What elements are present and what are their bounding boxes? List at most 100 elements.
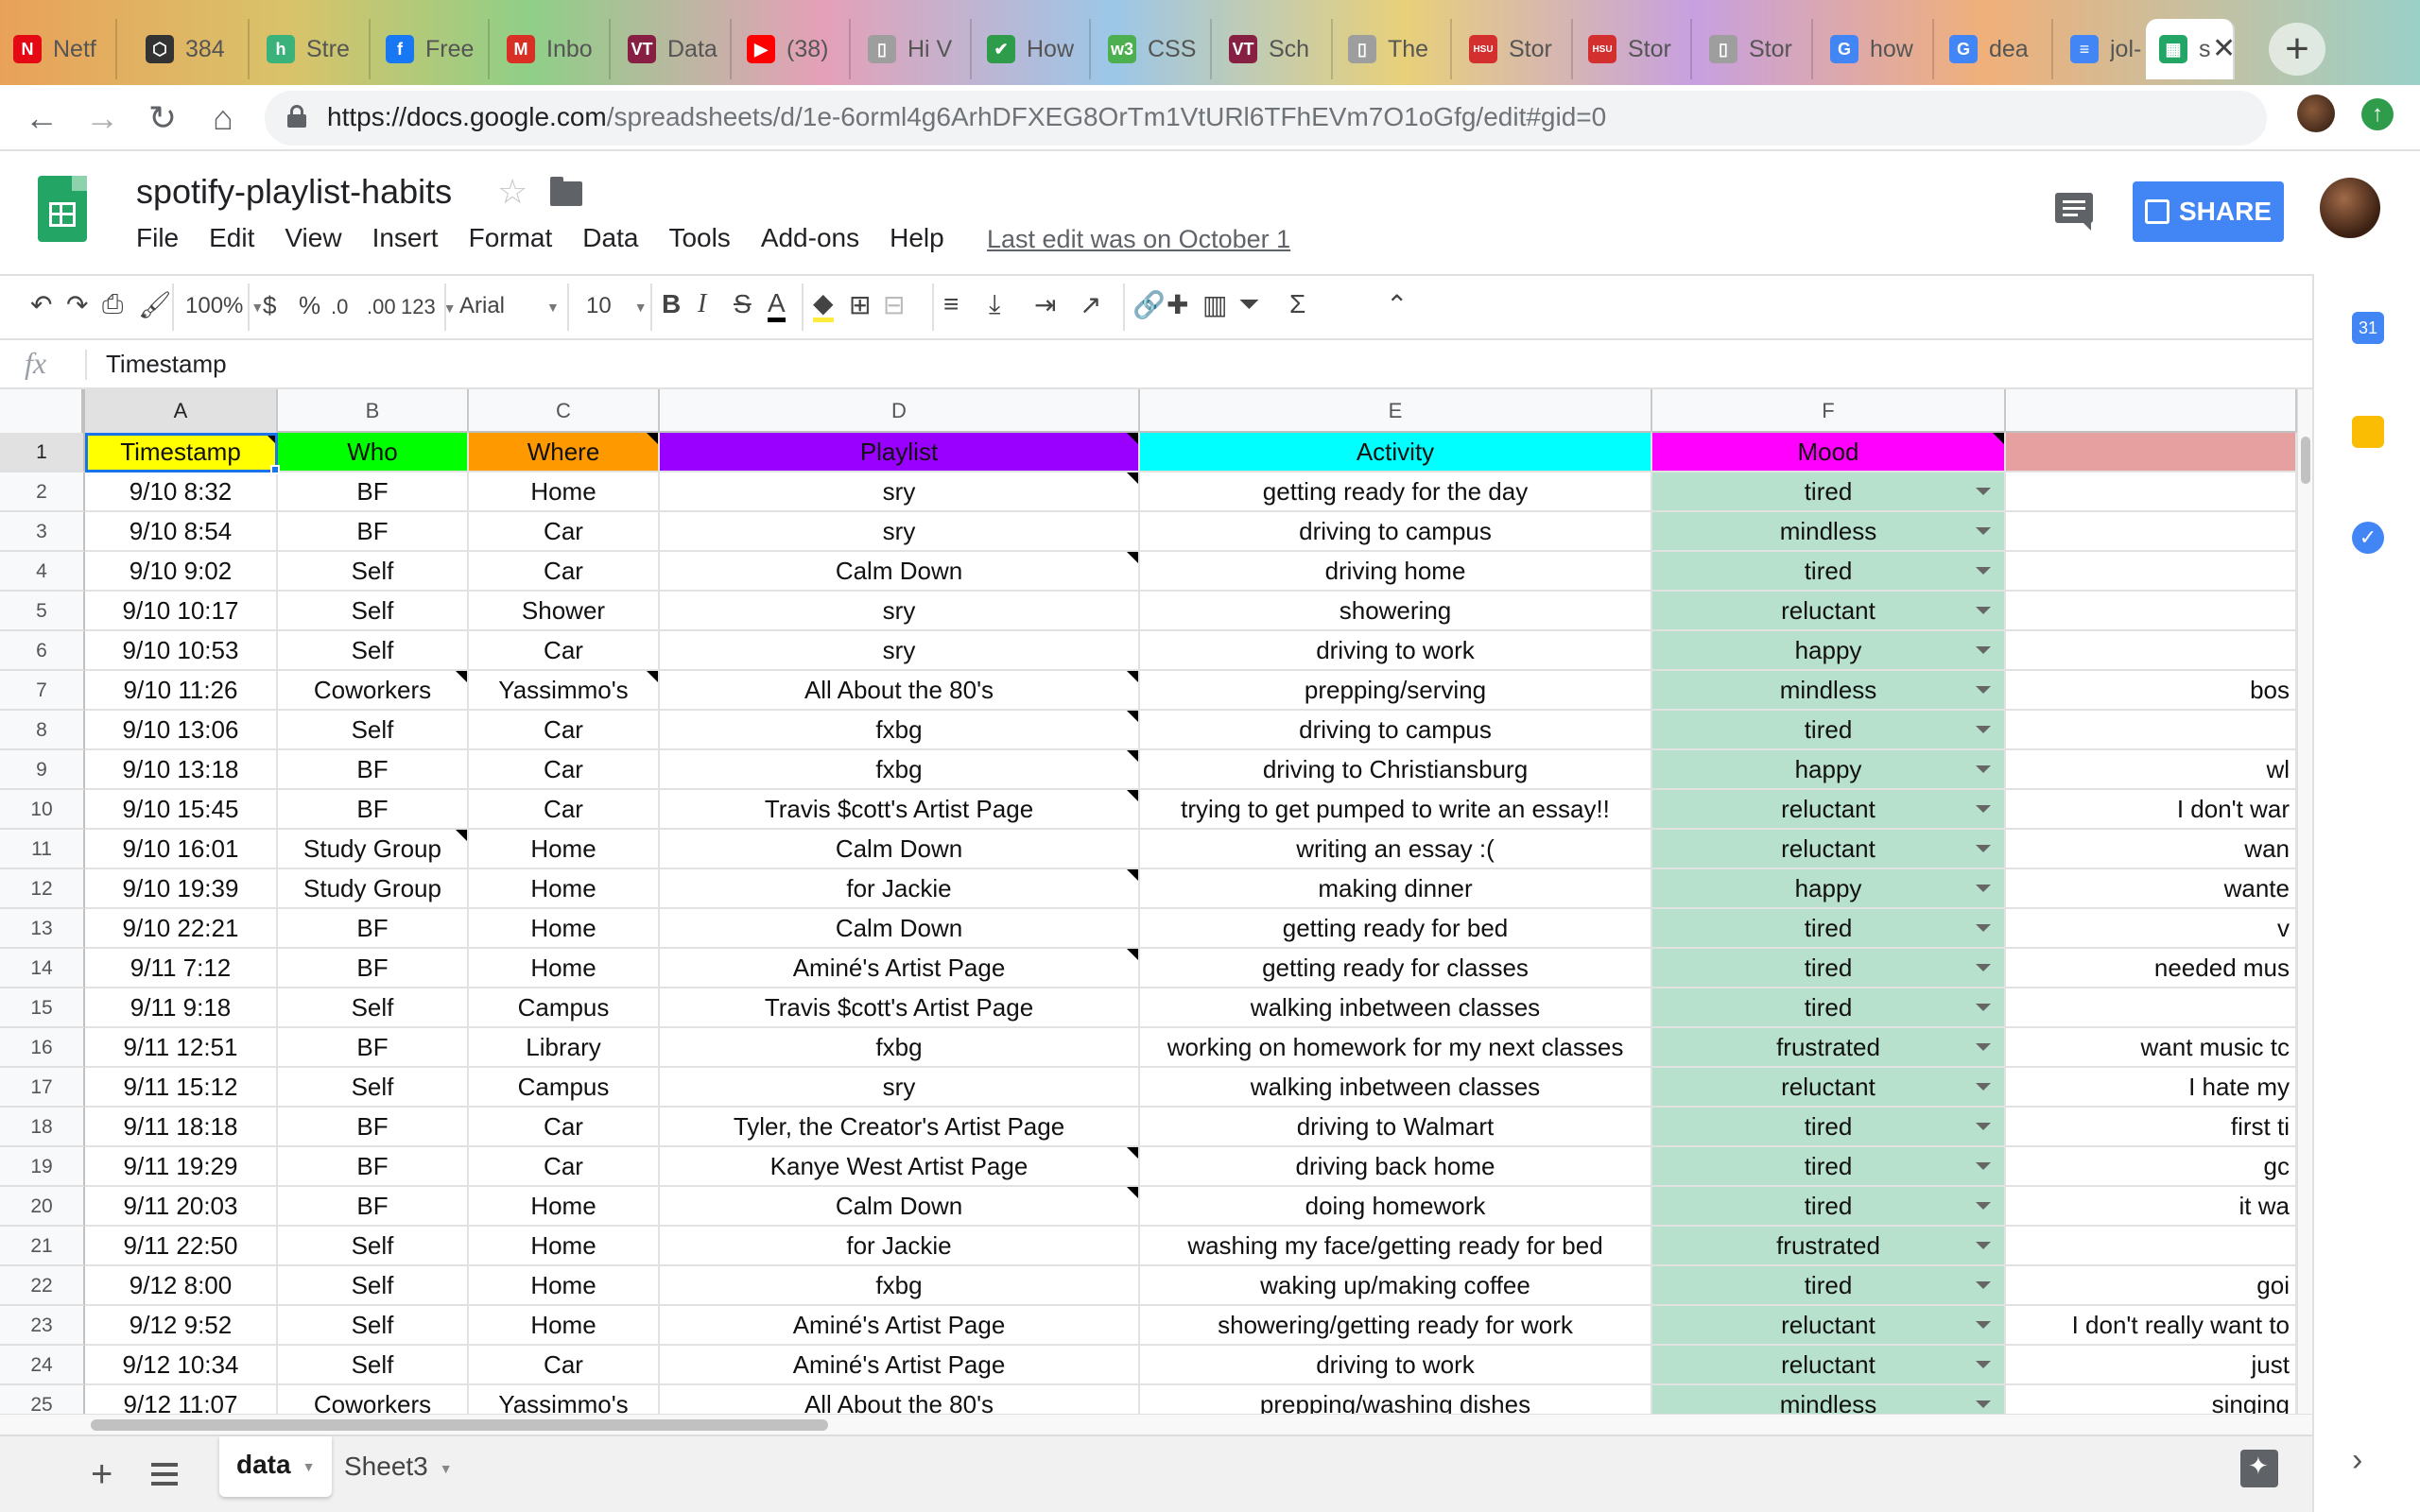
column-header[interactable]: C (469, 389, 660, 433)
browser-tab[interactable]: Gdea (1936, 19, 2053, 79)
menu-item-help[interactable]: Help (890, 223, 944, 257)
header-cell[interactable]: Activity (1140, 433, 1652, 472)
table-cell[interactable]: driving to campus (1140, 512, 1652, 552)
mood-dropdown-cell[interactable]: reluctant (1652, 592, 2006, 631)
mood-dropdown-cell[interactable]: tired (1652, 988, 2006, 1028)
table-cell[interactable]: BF (278, 790, 469, 830)
header-cell[interactable]: Where (469, 433, 660, 472)
table-cell[interactable]: driving to campus (1140, 711, 1652, 750)
user-avatar[interactable] (2320, 178, 2380, 238)
explore-icon[interactable] (2240, 1450, 2278, 1487)
browser-tab[interactable]: HSU Stor (1575, 19, 1692, 79)
table-cell[interactable]: 9/11 19:29 (85, 1147, 278, 1187)
mood-dropdown-cell[interactable]: reluctant (1652, 1346, 2006, 1385)
table-cell[interactable]: needed mus (2006, 949, 2297, 988)
menu-item-edit[interactable]: Edit (209, 223, 254, 257)
mood-dropdown-cell[interactable]: mindless (1652, 512, 2006, 552)
folder-icon[interactable] (550, 177, 582, 206)
calendar-icon[interactable]: 31 (2352, 312, 2384, 344)
table-cell[interactable]: Home (469, 1266, 660, 1306)
row-header[interactable]: 18 (0, 1108, 85, 1147)
table-cell[interactable]: 9/10 8:32 (85, 472, 278, 512)
dropdown-arrow-icon[interactable] (1976, 1004, 1991, 1011)
table-cell[interactable]: Car (469, 1108, 660, 1147)
table-cell[interactable]: 9/10 19:39 (85, 869, 278, 909)
table-cell[interactable]: goi (2006, 1266, 2297, 1306)
table-cell[interactable]: Home (469, 472, 660, 512)
table-cell[interactable] (2006, 988, 2297, 1028)
row-header[interactable]: 22 (0, 1266, 85, 1306)
row-header[interactable]: 23 (0, 1306, 85, 1346)
table-cell[interactable]: Car (469, 750, 660, 790)
mood-dropdown-cell[interactable]: tired (1652, 552, 2006, 592)
new-tab-button[interactable]: + (2269, 23, 2325, 76)
table-cell[interactable]: Home (469, 1187, 660, 1227)
browser-tab[interactable]: f Free (372, 19, 490, 79)
dropdown-arrow-icon[interactable] (1976, 765, 1991, 773)
table-cell[interactable]: Home (469, 1227, 660, 1266)
sheet-tab-sheet3[interactable]: Sheet3 ▼ (327, 1448, 470, 1497)
table-cell[interactable]: driving back home (1140, 1147, 1652, 1187)
fill-handle[interactable] (270, 465, 280, 474)
dropdown-arrow-icon[interactable] (1976, 805, 1991, 813)
table-cell[interactable]: 9/10 10:17 (85, 592, 278, 631)
table-cell[interactable]: I don't war (2006, 790, 2297, 830)
comments-icon[interactable] (2055, 193, 2093, 231)
table-cell[interactable]: Calm Down (660, 830, 1140, 869)
browser-tab[interactable]: w3 CSS (1095, 19, 1212, 79)
table-cell[interactable]: getting ready for bed (1140, 909, 1652, 949)
table-cell[interactable]: Aminé's Artist Page (660, 1346, 1140, 1385)
row-header[interactable]: 11 (0, 830, 85, 869)
table-cell[interactable]: 9/11 7:12 (85, 949, 278, 988)
browser-profile-avatar[interactable] (2297, 94, 2335, 132)
header-cell[interactable]: Timestamp (85, 433, 278, 472)
menu-item-file[interactable]: File (136, 223, 179, 257)
table-cell[interactable]: 9/10 10:53 (85, 631, 278, 671)
row-header[interactable]: 17 (0, 1068, 85, 1108)
table-cell[interactable]: Car (469, 790, 660, 830)
dropdown-arrow-icon[interactable] (1976, 924, 1991, 932)
table-cell[interactable]: Coworkers (278, 671, 469, 711)
sheets-logo[interactable] (38, 176, 87, 242)
table-cell[interactable]: 9/10 22:21 (85, 909, 278, 949)
table-cell[interactable]: Aminé's Artist Page (660, 949, 1140, 988)
row-header[interactable]: 4 (0, 552, 85, 592)
bold-button[interactable]: B (662, 289, 681, 319)
table-cell[interactable]: fxbg (660, 711, 1140, 750)
table-cell[interactable]: BF (278, 512, 469, 552)
column-header[interactable] (2006, 389, 2297, 433)
dropdown-arrow-icon[interactable] (1976, 607, 1991, 614)
table-cell[interactable]: 9/10 11:26 (85, 671, 278, 711)
dropdown-arrow-icon[interactable] (1976, 1202, 1991, 1210)
table-cell[interactable]: Car (469, 1346, 660, 1385)
dropdown-arrow-icon[interactable] (1976, 1281, 1991, 1289)
table-cell[interactable]: All About the 80's (660, 1385, 1140, 1414)
update-icon[interactable]: ↑ (2361, 98, 2394, 130)
mood-dropdown-cell[interactable]: reluctant (1652, 1068, 2006, 1108)
table-cell[interactable]: BF (278, 1147, 469, 1187)
table-cell[interactable]: I hate my (2006, 1068, 2297, 1108)
table-cell[interactable]: fxbg (660, 750, 1140, 790)
table-cell[interactable]: driving to Christiansburg (1140, 750, 1652, 790)
mood-dropdown-cell[interactable]: frustrated (1652, 1227, 2006, 1266)
table-cell[interactable]: driving to work (1140, 1346, 1652, 1385)
table-cell[interactable]: trying to get pumped to write an essay!! (1140, 790, 1652, 830)
mood-dropdown-cell[interactable]: mindless (1652, 1385, 2006, 1414)
star-icon[interactable]: ☆ (497, 172, 527, 212)
browser-tab[interactable]: ▯ Hi V (855, 19, 972, 79)
table-cell[interactable]: Self (278, 592, 469, 631)
table-cell[interactable]: 9/12 8:00 (85, 1266, 278, 1306)
redo-icon[interactable]: ↷ (66, 289, 88, 320)
table-cell[interactable]: Home (469, 869, 660, 909)
row-header[interactable]: 3 (0, 512, 85, 552)
dropdown-arrow-icon[interactable] (1976, 1400, 1991, 1408)
table-cell[interactable] (2006, 711, 2297, 750)
table-cell[interactable]: BF (278, 750, 469, 790)
table-cell[interactable]: 9/10 9:02 (85, 552, 278, 592)
browser-tab[interactable]: ▯ The (1335, 19, 1452, 79)
table-cell[interactable]: driving home (1140, 552, 1652, 592)
insert-link-icon[interactable]: 🔗 (1132, 289, 1166, 320)
table-cell[interactable]: 9/11 20:03 (85, 1187, 278, 1227)
vertical-scrollbar[interactable] (2297, 389, 2312, 1414)
mood-dropdown-cell[interactable]: tired (1652, 949, 2006, 988)
